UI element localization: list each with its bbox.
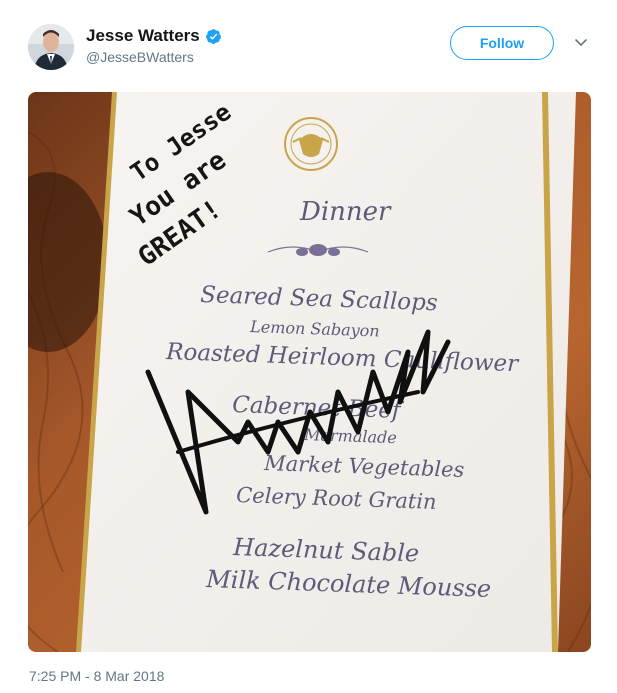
- author-name[interactable]: Jesse Watters: [86, 26, 222, 46]
- tweet-timestamp[interactable]: 7:25 PM - 8 Mar 2018: [29, 668, 164, 684]
- author-display-name[interactable]: Jesse Watters: [86, 26, 200, 46]
- verified-badge-icon: [205, 28, 221, 44]
- author-handle[interactable]: @JesseBWatters: [86, 49, 222, 65]
- tweet-photo[interactable]: Dinner Seared Sea Scallops Lemon Sabayon…: [28, 92, 591, 652]
- chevron-down-icon[interactable]: [572, 36, 590, 50]
- follow-button[interactable]: Follow: [450, 26, 554, 60]
- tweet-card: Jesse Watters @JesseBWatters Follow Dinn…: [0, 0, 617, 693]
- author-block: Jesse Watters @JesseBWatters: [86, 26, 222, 65]
- avatar[interactable]: [28, 24, 74, 70]
- menu-heading: Dinner: [299, 197, 392, 227]
